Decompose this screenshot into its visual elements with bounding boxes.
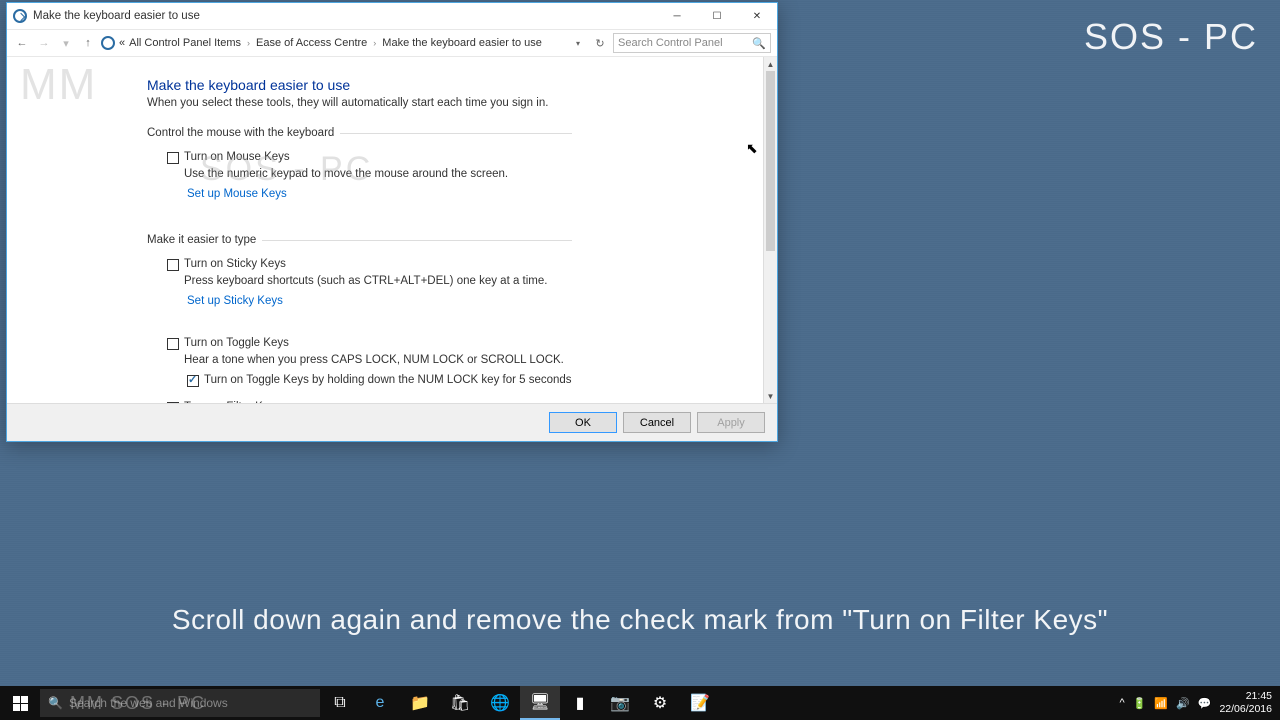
system-tray: ^ 🔋 📶 🔊 💬 21:45 22/06/2016 [1111, 690, 1280, 715]
breadcrumb-ease[interactable]: Ease of Access Centre [256, 37, 367, 49]
button-bar: OK Cancel Apply [7, 403, 777, 441]
label-toggle-keys-numlock: Turn on Toggle Keys by holding down the … [204, 374, 572, 386]
search-input[interactable]: Search Control Panel 🔍 [613, 33, 771, 53]
group-type-title: Make it easier to type [147, 234, 256, 246]
search-placeholder: Search Control Panel [618, 37, 723, 49]
minimize-button[interactable]: ─ [657, 3, 697, 29]
app-icon-1[interactable]: 📷 [600, 686, 640, 720]
link-setup-mouse-keys[interactable]: Set up Mouse Keys [187, 188, 287, 200]
refresh-button[interactable]: ↻ [591, 34, 609, 52]
back-button[interactable]: ← [13, 34, 31, 52]
apply-button: Apply [697, 412, 765, 433]
mouse-cursor-icon: ⬉ [746, 140, 758, 157]
scroll-up-icon[interactable]: ▲ [764, 57, 777, 71]
action-center-icon[interactable]: 💬 [1198, 697, 1212, 710]
breadcrumb-keyboard[interactable]: Make the keyboard easier to use [382, 37, 542, 49]
label-sticky-keys: Turn on Sticky Keys [184, 258, 286, 270]
group-mouse-title: Control the mouse with the keyboard [147, 127, 334, 139]
instruction-caption: Scroll down again and remove the check m… [0, 604, 1280, 636]
close-button[interactable]: ✕ [737, 3, 777, 29]
address-dropdown[interactable]: ▾ [569, 34, 587, 52]
cmd-icon[interactable]: ▮ [560, 686, 600, 720]
app-icon-2[interactable]: ⚙ [640, 686, 680, 720]
main-content: Make the keyboard easier to use When you… [7, 57, 632, 403]
store-icon[interactable]: 🛍 [440, 686, 480, 720]
battery-icon[interactable]: 🔋 [1133, 697, 1147, 710]
wifi-icon[interactable]: 📶 [1154, 697, 1168, 710]
address-bar: ← → ▾ ↑ « All Control Panel Items › Ease… [7, 29, 777, 57]
page-intro: When you select these tools, they will a… [147, 97, 572, 109]
chevron-right-icon: › [373, 38, 376, 48]
search-icon[interactable]: 🔍 [752, 37, 766, 50]
ease-of-access-icon [13, 9, 27, 23]
desc-mouse-keys: Use the numeric keypad to move the mouse… [184, 168, 572, 180]
taskbar: 🔍 Search the web and Windows MM SOS - PC… [0, 686, 1280, 720]
recent-dropdown[interactable]: ▾ [57, 34, 75, 52]
task-view-icon[interactable]: ⧉ [320, 686, 360, 720]
titlebar[interactable]: Make the keyboard easier to use ─ ☐ ✕ [7, 3, 777, 29]
checkbox-filter-keys[interactable] [167, 402, 179, 403]
clock[interactable]: 21:45 22/06/2016 [1219, 690, 1272, 715]
tray-chevron-up-icon[interactable]: ^ [1119, 697, 1124, 709]
link-setup-sticky-keys[interactable]: Set up Sticky Keys [187, 295, 283, 307]
breadcrumb-pre: « [119, 37, 125, 49]
volume-icon[interactable]: 🔊 [1176, 697, 1190, 710]
address-icon [101, 36, 115, 50]
desc-toggle-keys: Hear a tone when you press CAPS LOCK, NU… [184, 354, 572, 366]
watermark-taskbar: MM SOS - PC [70, 693, 206, 714]
watermark-top-right: SOS - PC [1084, 16, 1258, 58]
desc-sticky-keys: Press keyboard shortcuts (such as CTRL+A… [184, 275, 572, 287]
chrome-icon[interactable]: 🌐 [480, 686, 520, 720]
cancel-button[interactable]: Cancel [623, 412, 691, 433]
forward-button[interactable]: → [35, 34, 53, 52]
checkbox-toggle-keys[interactable] [167, 338, 179, 350]
app-icon-3[interactable]: 📝 [680, 686, 720, 720]
up-button[interactable]: ↑ [79, 34, 97, 52]
edge-icon[interactable]: e [360, 686, 400, 720]
search-icon: 🔍 [48, 696, 63, 710]
window-title: Make the keyboard easier to use [33, 10, 200, 22]
breadcrumb-allitems[interactable]: All Control Panel Items [129, 37, 241, 49]
scrollbar[interactable]: ▲ ▼ [763, 57, 777, 403]
control-panel-taskbar-icon[interactable]: 🖥 [520, 686, 560, 720]
ok-button[interactable]: OK [549, 412, 617, 433]
label-toggle-keys: Turn on Toggle Keys [184, 337, 289, 349]
label-mouse-keys: Turn on Mouse Keys [184, 151, 290, 163]
chevron-right-icon: › [247, 38, 250, 48]
date: 22/06/2016 [1219, 703, 1272, 716]
control-panel-window: Make the keyboard easier to use ─ ☐ ✕ ← … [6, 2, 778, 442]
file-explorer-icon[interactable]: 📁 [400, 686, 440, 720]
start-button[interactable] [0, 686, 40, 720]
taskbar-search[interactable]: 🔍 Search the web and Windows MM SOS - PC [40, 689, 320, 717]
page-heading: Make the keyboard easier to use [147, 77, 572, 93]
scroll-down-icon[interactable]: ▼ [764, 389, 777, 403]
checkbox-mouse-keys[interactable] [167, 152, 179, 164]
watermark-top-left: MM [20, 60, 97, 110]
checkbox-sticky-keys[interactable] [167, 259, 179, 271]
label-filter-keys: Turn on Filter Keys [184, 401, 281, 403]
maximize-button[interactable]: ☐ [697, 3, 737, 29]
checkbox-toggle-keys-numlock[interactable] [187, 375, 199, 387]
scroll-thumb[interactable] [766, 71, 775, 251]
time: 21:45 [1219, 690, 1272, 703]
